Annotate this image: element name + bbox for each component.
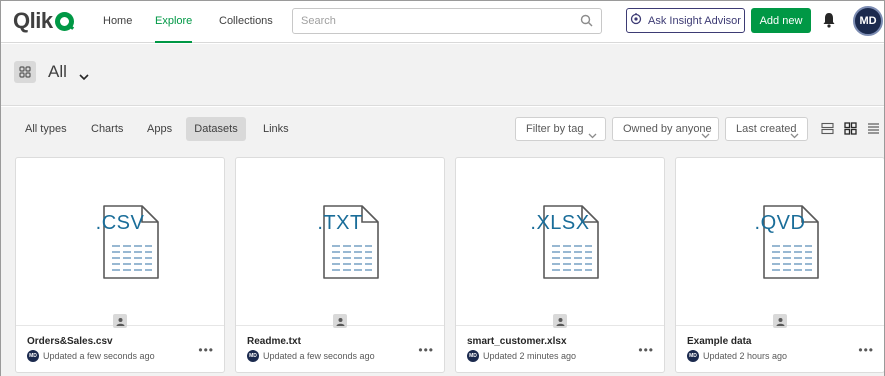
card-meta: MD Updated a few seconds ago <box>247 350 375 362</box>
list-view-icon[interactable] <box>867 122 880 140</box>
file-extension-label: .CSV <box>95 212 145 234</box>
card-thumbnail: .XLSX <box>456 158 664 328</box>
chevron-down-icon <box>790 125 799 147</box>
qlik-q-icon <box>54 11 74 31</box>
owner-user-icon <box>553 314 567 328</box>
owner-avatar: MD <box>27 350 39 362</box>
search-icon[interactable] <box>580 14 593 32</box>
card-thumbnail: .QVD <box>676 158 884 328</box>
insight-advisor-label: Ask Insight Advisor <box>648 14 741 27</box>
chevron-down-icon[interactable] <box>79 68 89 86</box>
file-extension-label: .QVD <box>754 212 806 234</box>
grid-menu-icon[interactable] <box>14 61 36 83</box>
card-meta: MD Updated a few seconds ago <box>27 350 155 362</box>
ask-insight-advisor-button[interactable]: Ask Insight Advisor <box>626 8 745 33</box>
dataset-card[interactable]: .XLSX smart_customer.xlsx MD Updated 2 m… <box>455 157 665 373</box>
filter-tab-apps[interactable]: Apps <box>137 117 182 141</box>
chevron-down-icon <box>588 125 597 147</box>
sort-dropdown[interactable]: Last created <box>725 117 808 141</box>
top-navigation: Qlik Home Explore Collections Ask Insigh… <box>1 1 884 43</box>
nav-tab-collections[interactable]: Collections <box>219 1 273 43</box>
filter-tab-datasets[interactable]: Datasets <box>186 117 246 141</box>
logo-text: Qlik <box>13 8 53 33</box>
card-thumbnail: .TXT <box>236 158 444 328</box>
dataset-card[interactable]: .CSV Orders&Sales.csv MD Updated a few s… <box>15 157 225 373</box>
sort-label: Last created <box>736 123 797 135</box>
card-thumbnail: .CSV <box>16 158 224 328</box>
dataset-card[interactable]: .TXT Readme.txt MD Updated a few seconds… <box>235 157 445 373</box>
filter-tab-charts[interactable]: Charts <box>81 117 133 141</box>
card-title[interactable]: smart_customer.xlsx <box>467 336 567 347</box>
nav-tab-explore[interactable]: Explore <box>155 1 192 43</box>
chevron-down-icon <box>701 125 710 147</box>
add-new-button[interactable]: Add new <box>751 8 811 33</box>
card-meta: MD Updated 2 hours ago <box>687 350 787 362</box>
filter-by-tag-dropdown[interactable]: Filter by tag <box>515 117 606 141</box>
space-title: All <box>48 62 67 81</box>
file-extension-label: .XLSX <box>530 212 590 234</box>
owner-avatar: MD <box>467 350 479 362</box>
more-options-icon[interactable]: ••• <box>198 343 214 357</box>
file-extension-label: .TXT <box>317 212 363 234</box>
owner-user-icon <box>333 314 347 328</box>
filter-by-tag-label: Filter by tag <box>526 123 584 135</box>
search-box[interactable] <box>292 8 602 34</box>
notifications-bell-icon[interactable] <box>822 12 836 33</box>
compact-view-icon[interactable] <box>821 122 834 140</box>
user-avatar[interactable]: MD <box>853 6 883 36</box>
nav-tab-home[interactable]: Home <box>103 1 132 43</box>
space-header: All <box>1 44 884 106</box>
card-title[interactable]: Example data <box>687 336 751 347</box>
card-title[interactable]: Readme.txt <box>247 336 301 347</box>
qlik-logo[interactable]: Qlik <box>13 8 74 34</box>
insight-advisor-icon <box>630 13 642 28</box>
filter-bar: All types Charts Apps Datasets Links Fil… <box>1 107 884 151</box>
filter-tab-links[interactable]: Links <box>253 117 299 141</box>
updated-text: Updated 2 minutes ago <box>483 351 577 361</box>
owner-avatar: MD <box>687 350 699 362</box>
updated-text: Updated 2 hours ago <box>703 351 788 361</box>
updated-text: Updated a few seconds ago <box>43 351 155 361</box>
more-options-icon[interactable]: ••• <box>418 343 434 357</box>
owner-user-icon <box>113 314 127 328</box>
grid-view-icon[interactable] <box>844 122 857 140</box>
owner-dropdown[interactable]: Owned by anyone <box>612 117 719 141</box>
more-options-icon[interactable]: ••• <box>638 343 654 357</box>
card-meta: MD Updated 2 minutes ago <box>467 350 576 362</box>
card-title[interactable]: Orders&Sales.csv <box>27 336 113 347</box>
dataset-card[interactable]: .QVD Example data MD Updated 2 hours ago… <box>675 157 884 373</box>
owner-label: Owned by anyone <box>623 123 712 135</box>
content-grid: .CSV Orders&Sales.csv MD Updated a few s… <box>1 151 884 376</box>
owner-user-icon <box>773 314 787 328</box>
owner-avatar: MD <box>247 350 259 362</box>
more-options-icon[interactable]: ••• <box>858 343 874 357</box>
search-input[interactable] <box>293 9 573 33</box>
updated-text: Updated a few seconds ago <box>263 351 375 361</box>
filter-tab-all-types[interactable]: All types <box>15 117 77 141</box>
